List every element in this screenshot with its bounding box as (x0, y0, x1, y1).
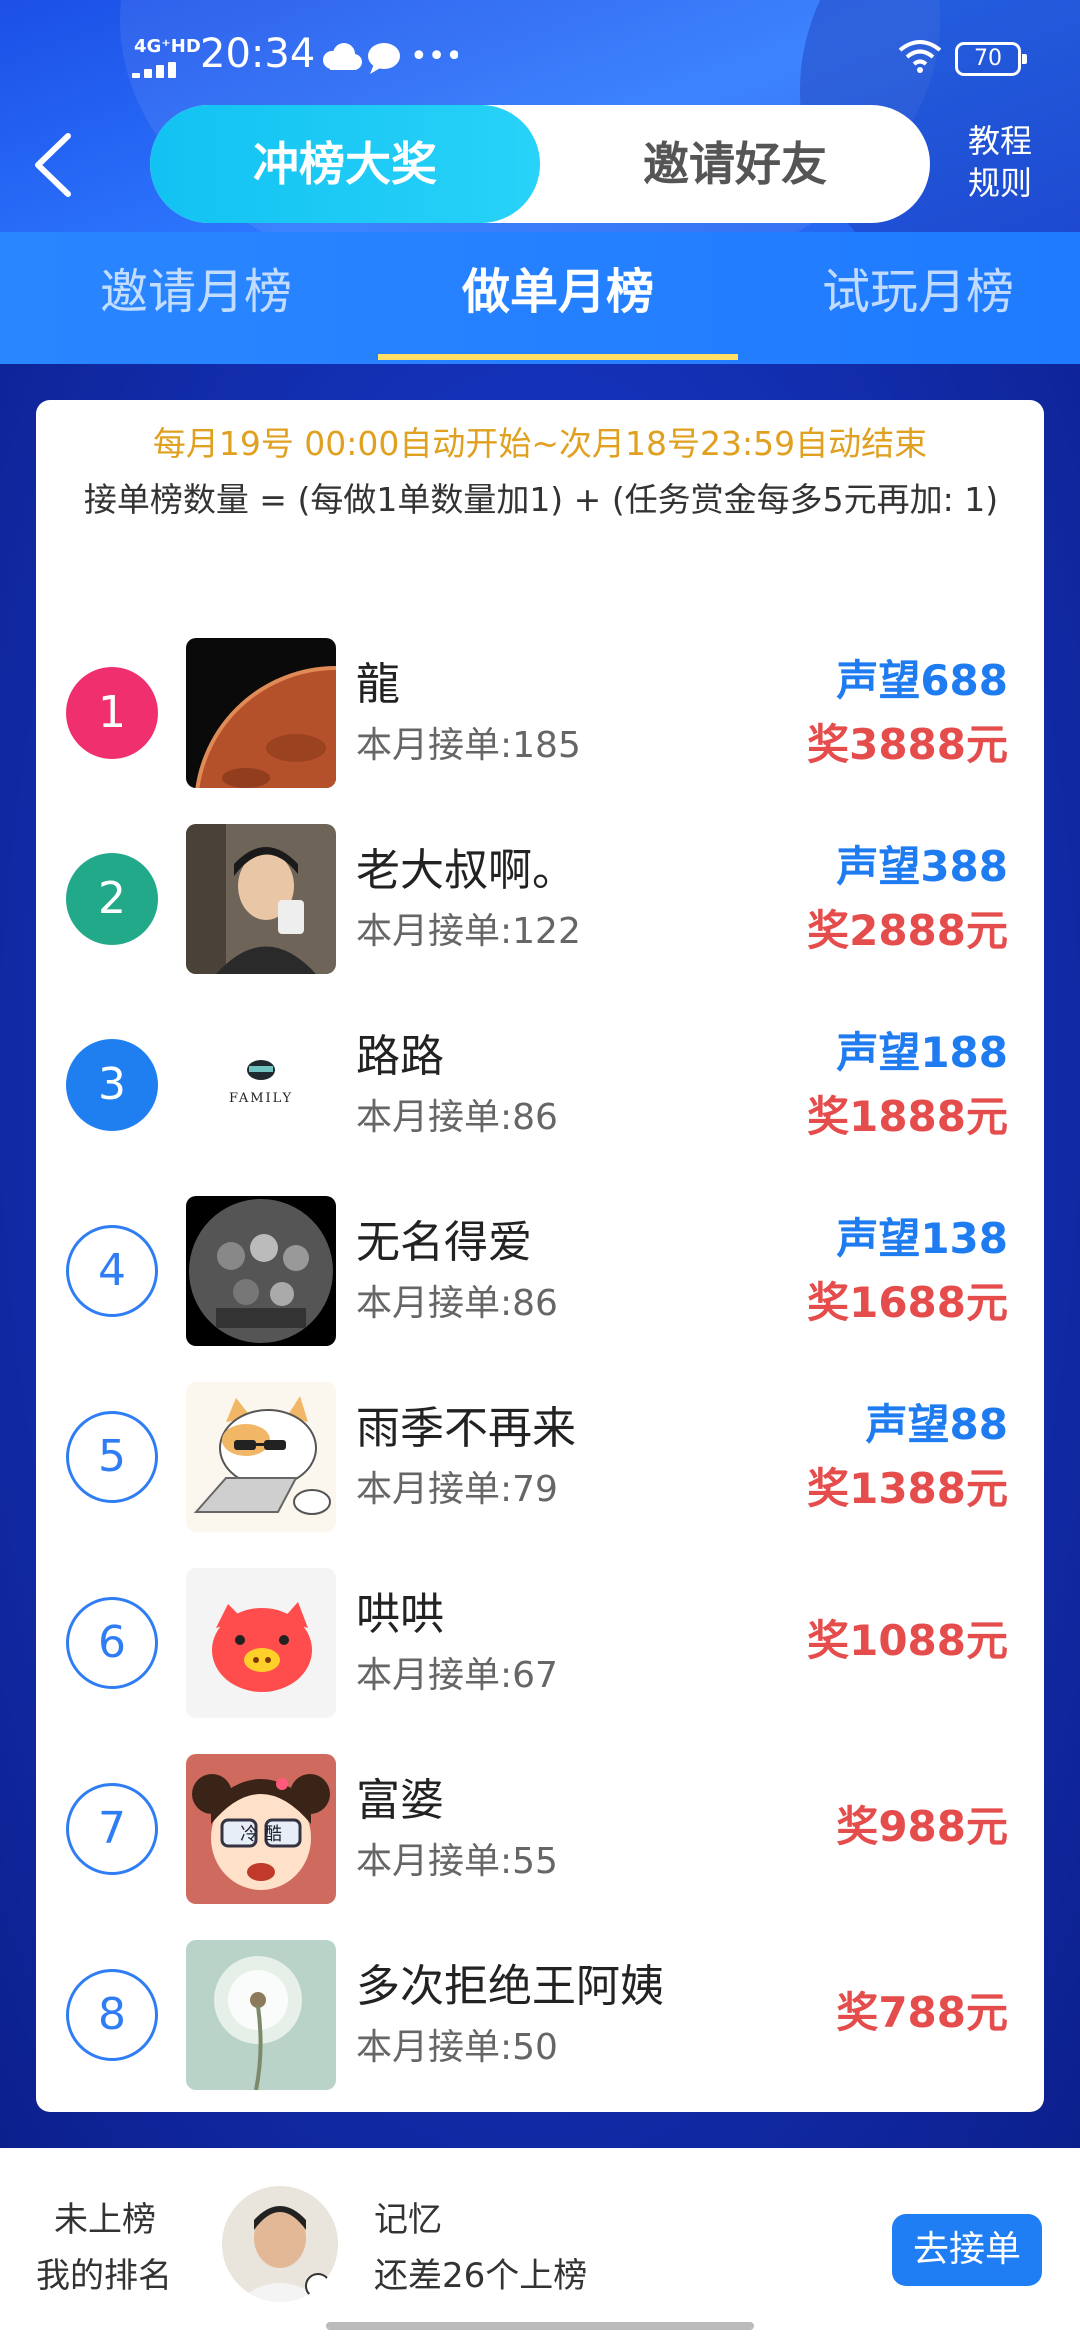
list-item[interactable]: 7 冷 酷 富婆 本月接单:55 奖988元 (36, 1736, 1044, 1922)
cat-laptop-avatar (186, 1382, 336, 1532)
reputation-value: 声望138 (836, 1214, 1008, 1263)
active-tab-indicator (378, 354, 738, 360)
period-notice: 每月19号 00:00自动开始~次月18号23:59自动结束 (152, 424, 928, 463)
cartoon-girl-avatar: 冷 酷 (186, 1754, 336, 1904)
my-rank-title: 我的排名 (36, 2256, 172, 2296)
rank-badge: 2 (66, 853, 158, 945)
tutorial-rules-link[interactable]: 教程 规则 (950, 120, 1050, 204)
back-button[interactable] (28, 130, 78, 200)
take-order-button[interactable]: 去接单 (892, 2214, 1042, 2286)
tab-invite-monthly[interactable]: 邀请月榜 (46, 262, 346, 322)
user-name: 老大叔啊。 (356, 845, 576, 896)
rank-badge: 8 (66, 1969, 158, 2061)
tab-ranking-prize[interactable]: 冲榜大奖 (150, 105, 540, 223)
list-item[interactable]: 1 龍 本月接单:185 声望688 奖3888元 (36, 620, 1044, 806)
list-item[interactable]: 5 雨季不再来 本月接单:79 声望88 奖1388元 (36, 1364, 1044, 1550)
rank-badge: 3 (66, 1039, 158, 1131)
user-name: 哄哄 (356, 1589, 444, 1640)
svg-text:冷 酷: 冷 酷 (240, 1824, 282, 1845)
user-name: 龍 (356, 659, 400, 710)
rank-badge: 5 (66, 1411, 158, 1503)
user-name: 无名得爱 (356, 1217, 532, 1268)
reputation-value: 声望188 (836, 1028, 1008, 1077)
my-name: 记忆 (374, 2200, 442, 2240)
list-item[interactable]: 4 无名得爱 本月接单:86 声望138 奖1688元 (36, 1178, 1044, 1364)
more-icon: ••• (410, 39, 458, 74)
my-rank-status: 未上榜 (54, 2200, 156, 2240)
rank-badge: 1 (66, 667, 158, 759)
list-item[interactable]: 3 FAMILY 路路 本月接单:86 声望188 奖1888元 (36, 992, 1044, 1178)
reward-amount: 奖1688元 (807, 1278, 1008, 1327)
clock-time: 20:34 (200, 31, 316, 77)
help-line-1: 教程 (967, 122, 1032, 160)
pig-cartoon-avatar (186, 1568, 336, 1718)
young-man-photo-avatar (186, 824, 336, 974)
home-indicator[interactable] (326, 2322, 754, 2330)
order-count: 本月接单:86 (356, 1283, 558, 1324)
wifi-icon (898, 38, 942, 78)
group-photo-avatar (186, 1196, 336, 1346)
list-item[interactable]: 8 多次拒绝王阿姨 本月接单:50 奖788元 (36, 1922, 1044, 2108)
rank-badge: 7 (66, 1783, 158, 1875)
battery-icon: 70 (955, 42, 1027, 76)
ranking-formula: 接单榜数量 = (每做1单数量加1) + (任务赏金每多5元再加: 1) (83, 480, 999, 519)
mars-planet-avatar (186, 638, 336, 788)
reward-amount: 奖2888元 (807, 906, 1008, 955)
rank-gap: 还差26个上榜 (374, 2256, 588, 2296)
tab-invite-friends[interactable]: 邀请好友 (540, 105, 930, 223)
leaderboard-card: 每月19号 00:00自动开始~次月18号23:59自动结束 接单榜数量 = (… (36, 400, 1044, 2112)
order-count: 本月接单:79 (356, 1469, 558, 1510)
rank-badge: 6 (66, 1597, 158, 1689)
dandelion-avatar (186, 1940, 336, 2090)
user-name: 多次拒绝王阿姨 (356, 1961, 664, 2012)
tab-trial-monthly[interactable]: 试玩月榜 (768, 262, 1068, 322)
user-name: 富婆 (356, 1775, 444, 1826)
status-bar: 4G⁺HD 20:34 ••• 70 (0, 0, 1080, 110)
network-type: 4G⁺HD (134, 36, 201, 57)
cloud-icon (323, 43, 362, 70)
order-count: 本月接单:86 (356, 1097, 558, 1138)
my-rank-bar: 未上榜 我的排名 记忆 还差26个上榜 去接单 (0, 2148, 1080, 2340)
sub-tab-bar: 邀请月榜 做单月榜 试玩月榜 (0, 232, 1080, 364)
order-count: 本月接单:122 (356, 911, 581, 952)
order-count: 本月接单:50 (356, 2027, 558, 2068)
message-icon (368, 43, 400, 74)
reward-amount: 奖1388元 (807, 1464, 1008, 1513)
mode-switcher: 冲榜大奖 邀请好友 (150, 105, 930, 223)
reputation-value: 声望88 (865, 1400, 1008, 1449)
chevron-left-icon (35, 133, 71, 197)
order-count: 本月接单:55 (356, 1841, 558, 1882)
reward-amount: 奖1088元 (807, 1616, 1008, 1665)
family-logo-avatar: FAMILY (186, 1010, 336, 1160)
list-item[interactable]: 6 哄哄 本月接单:67 奖1088元 (36, 1550, 1044, 1736)
order-count: 本月接单:67 (356, 1655, 558, 1696)
order-count: 本月接单:185 (356, 725, 581, 766)
reward-amount: 奖3888元 (807, 720, 1008, 769)
svg-text:FAMILY: FAMILY (229, 1091, 293, 1106)
rank-badge: 4 (66, 1225, 158, 1317)
help-line-2: 规则 (967, 164, 1032, 202)
user-name: 雨季不再来 (356, 1403, 576, 1454)
reputation-value: 声望388 (836, 842, 1008, 891)
list-item[interactable]: 2 老大叔啊。 本月接单:122 声望388 奖2888元 (36, 806, 1044, 992)
my-avatar (222, 2186, 338, 2302)
reward-amount: 奖1888元 (807, 1092, 1008, 1141)
user-name: 路路 (356, 1031, 444, 1082)
reputation-value: 声望688 (836, 656, 1008, 705)
notification-icons: ••• (318, 36, 463, 80)
reward-amount: 奖788元 (836, 1988, 1008, 2037)
reward-amount: 奖988元 (836, 1802, 1008, 1851)
signal-icon (132, 62, 178, 78)
tab-orders-monthly[interactable]: 做单月榜 (408, 262, 708, 322)
